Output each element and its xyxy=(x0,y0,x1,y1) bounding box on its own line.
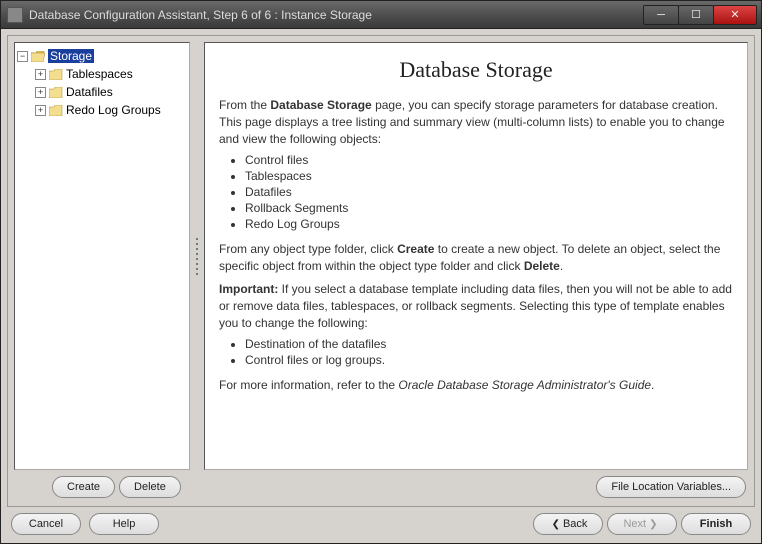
app-icon xyxy=(7,7,23,23)
list-item: Rollback Segments xyxy=(245,201,733,215)
pane-button-row: Create Delete File Location Variables... xyxy=(14,470,748,500)
page-title: Database Storage xyxy=(219,57,733,83)
tree-label: Redo Log Groups xyxy=(66,103,161,117)
object-type-list: Control files Tablespaces Datafiles Roll… xyxy=(245,153,733,231)
expander-icon[interactable]: − xyxy=(17,51,28,62)
expander-icon[interactable]: + xyxy=(35,87,46,98)
list-item: Tablespaces xyxy=(245,169,733,183)
expander-icon[interactable]: + xyxy=(35,105,46,116)
tree-node-redologgroups[interactable]: + Redo Log Groups xyxy=(17,101,187,119)
tree-label: Datafiles xyxy=(66,85,113,99)
delete-button[interactable]: Delete xyxy=(119,476,181,498)
create-delete-paragraph: From any object type folder, click Creat… xyxy=(219,241,733,275)
maximize-button[interactable]: ☐ xyxy=(678,5,714,25)
cancel-button[interactable]: Cancel xyxy=(11,513,81,535)
titlebar: Database Configuration Assistant, Step 6… xyxy=(1,1,761,29)
more-info-paragraph: For more information, refer to the Oracl… xyxy=(219,377,733,394)
tree-label: Tablespaces xyxy=(66,67,133,81)
list-item: Datafiles xyxy=(245,185,733,199)
folder-open-icon xyxy=(31,51,45,62)
list-item: Redo Log Groups xyxy=(245,217,733,231)
create-button[interactable]: Create xyxy=(52,476,115,498)
folder-icon xyxy=(49,69,63,80)
list-item: Control files xyxy=(245,153,733,167)
tree-pane[interactable]: − Storage + Tablespaces + xyxy=(14,42,190,470)
splitter[interactable] xyxy=(194,42,200,470)
content-pane: Database Storage From the Database Stora… xyxy=(204,42,748,470)
client-area: − Storage + Tablespaces + xyxy=(1,29,761,543)
folder-icon xyxy=(49,87,63,98)
help-button[interactable]: Help xyxy=(89,513,159,535)
wizard-panel: − Storage + Tablespaces + xyxy=(7,35,755,507)
template-change-list: Destination of the datafiles Control fil… xyxy=(245,337,733,367)
main-area: − Storage + Tablespaces + xyxy=(14,42,748,470)
intro-paragraph: From the Database Storage page, you can … xyxy=(219,97,733,147)
expander-icon[interactable]: + xyxy=(35,69,46,80)
tree-node-tablespaces[interactable]: + Tablespaces xyxy=(17,65,187,83)
window-controls: ─ ☐ ✕ xyxy=(644,5,757,25)
list-item: Destination of the datafiles xyxy=(245,337,733,351)
back-button[interactable]: ❮Back xyxy=(533,513,603,535)
next-arrow-icon: ❯ xyxy=(649,519,657,530)
tree-node-storage[interactable]: − Storage xyxy=(17,47,187,65)
next-button: Next❯ xyxy=(607,513,677,535)
window-title: Database Configuration Assistant, Step 6… xyxy=(29,8,644,22)
important-paragraph: Important: If you select a database temp… xyxy=(219,281,733,331)
tree-children: + Tablespaces + Datafiles xyxy=(17,65,187,119)
wizard-footer: Cancel Help ❮Back Next❯ Finish xyxy=(7,507,755,537)
tree-node-datafiles[interactable]: + Datafiles xyxy=(17,83,187,101)
folder-icon xyxy=(49,105,63,116)
back-arrow-icon: ❮ xyxy=(552,519,560,530)
file-location-variables-button[interactable]: File Location Variables... xyxy=(596,476,746,498)
minimize-button[interactable]: ─ xyxy=(643,5,679,25)
finish-button[interactable]: Finish xyxy=(681,513,751,535)
list-item: Control files or log groups. xyxy=(245,353,733,367)
tree-label: Storage xyxy=(48,49,94,63)
close-button[interactable]: ✕ xyxy=(713,5,757,25)
